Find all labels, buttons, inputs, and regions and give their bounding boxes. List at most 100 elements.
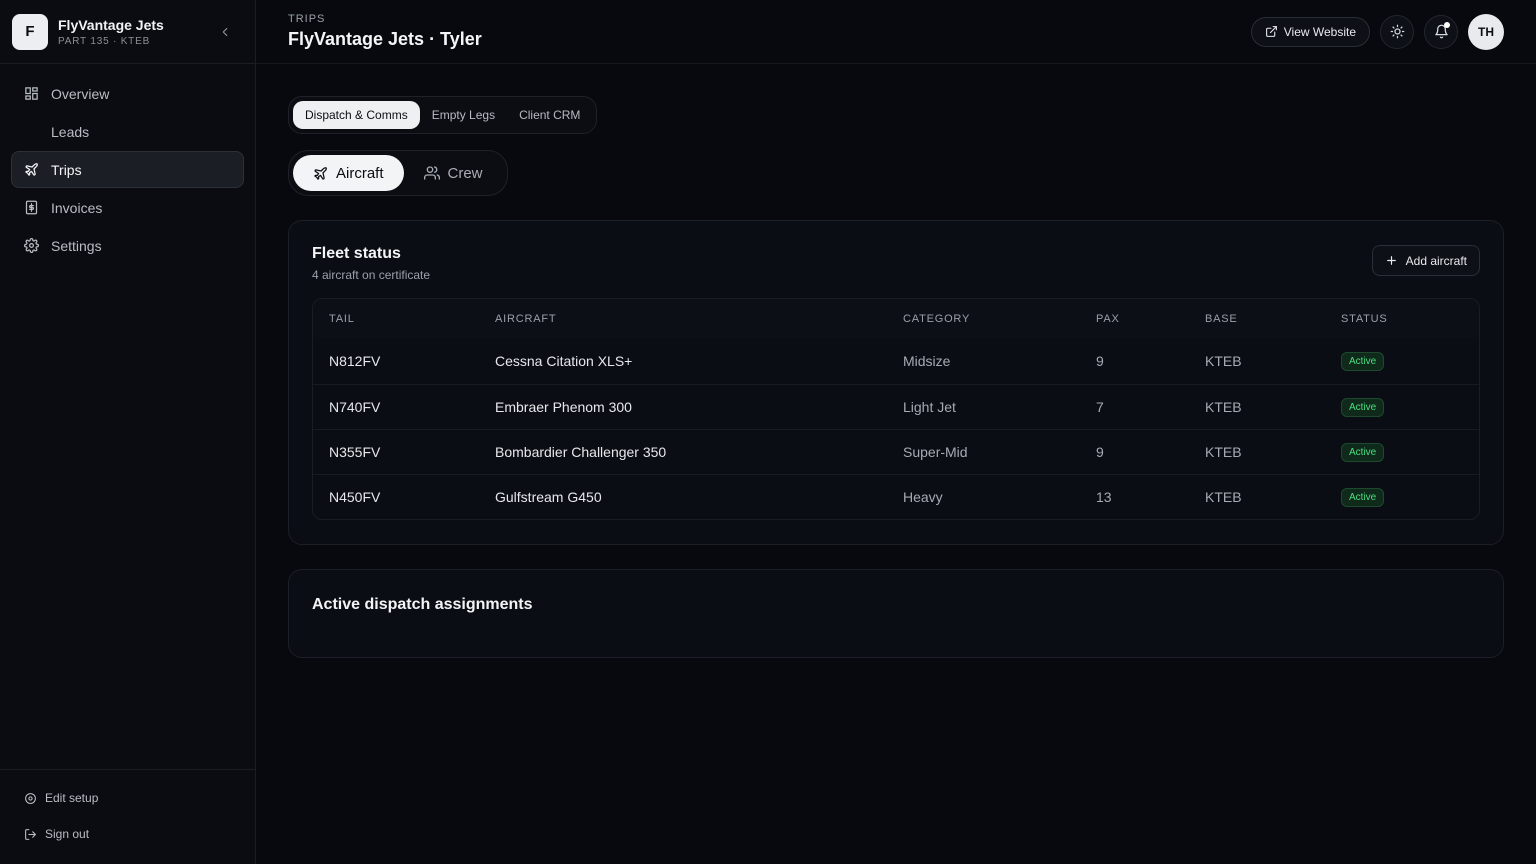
gear-icon [24,238,39,253]
table-row[interactable]: N450FV Gulfstream G450 Heavy 13 KTEB Act… [313,473,1479,519]
breadcrumb: TRIPS [288,13,326,25]
sun-icon [1390,24,1404,39]
sign-out-icon [25,828,36,840]
category-cell: Midsize [903,353,951,370]
sidebar-item-label: Invoices [51,199,103,216]
tail-cell: N812FV [329,353,381,370]
table-row[interactable]: N812FV Cessna Citation XLS+ Midsize 9 KT… [313,339,1479,384]
base-cell: KTEB [1189,383,1325,429]
tab-client-crm[interactable]: Client CRM [507,101,592,129]
tab-empty-legs[interactable]: Empty Legs [420,101,507,129]
edit-setup-button[interactable]: Edit setup [12,780,243,816]
grid-icon [25,87,38,100]
fleet-title: Fleet status [312,245,401,262]
sign-out-button[interactable]: Sign out [12,816,243,852]
sidebar-item-label: Settings [51,237,102,254]
category-cell: Super-Mid [887,428,1080,474]
sidebar-item-invoices[interactable]: Invoices [11,189,244,226]
status-cell: Active [1325,428,1479,474]
status-badge: Active [1341,487,1385,507]
page-title: FlyVantage Jets · Tyler [288,29,482,49]
aircraft-cell: Cessna Citation XLS+ [495,353,633,370]
aircraft-cell: Embraer Phenom 300 [479,383,887,429]
category-cell: Heavy [887,473,1080,519]
content: Dispatch & Comms Empty Legs Client CRM A… [256,64,1536,658]
theme-toggle-button[interactable] [1380,14,1414,49]
aircraft-toggle-label: Aircraft [336,164,384,182]
pax-cell: 7 [1080,383,1189,429]
tail-cell: N740FV [313,383,479,429]
app-root: F FlyVantage Jets PART 135 · KTEB Overvi… [0,0,1536,864]
aircraft-cell: Bombardier Challenger 350 [479,428,887,474]
pax-cell: 9 [1080,428,1189,474]
status-badge: Active [1341,442,1385,462]
column-header-pax: PAX [1080,299,1189,339]
sidebar-footer: Edit setup Sign out [0,769,255,864]
sidebar-item-trips[interactable]: Trips [11,151,244,188]
edit-setup-label: Edit setup [45,791,99,805]
sidebar: F FlyVantage Jets PART 135 · KTEB Overvi… [0,0,256,864]
plane-icon [314,166,327,180]
sidebar-item-overview[interactable]: Overview [11,75,244,112]
main-area: TRIPS FlyVantage Jets · Tyler View Websi… [256,0,1536,864]
add-aircraft-label: Add aircraft [1405,253,1467,268]
view-website-button[interactable]: View Website [1250,16,1370,47]
sign-out-label: Sign out [45,827,90,841]
add-aircraft-button[interactable]: Add aircraft [1371,245,1480,276]
aircraft-crew-switch: Aircraft Crew [288,150,508,196]
status-cell: Active [1325,339,1479,384]
column-header-tail: TAIL [313,299,479,339]
chevron-left-icon [222,27,228,36]
table-row[interactable]: N355FV Bombardier Challenger 350 Super-M… [313,428,1479,474]
sidebar-item-label: Overview [51,85,110,102]
plus-icon [1386,256,1396,265]
table-row[interactable]: N740FV Embraer Phenom 300 Light Jet 7 KT… [313,383,1479,429]
top-bar: TRIPS FlyVantage Jets · Tyler View Websi… [256,0,1536,64]
fleet-subtitle: 4 aircraft on certificate [312,268,431,282]
collapse-sidebar-button[interactable] [215,22,235,42]
crew-toggle-label: Crew [447,164,483,182]
aircraft-toggle[interactable]: Aircraft [293,155,404,191]
fleet-card-header: Fleet status 4 aircraft on certificate A… [312,245,1480,282]
aircraft-cell: Gulfstream G450 [479,473,887,519]
external-link-icon [1265,26,1277,37]
sidebar-item-label: Trips [51,161,82,178]
brand-text: FlyVantage Jets PART 135 · KTEB [58,17,215,47]
brand-name: FlyVantage Jets [58,16,164,33]
column-header-status: STATUS [1325,299,1479,339]
tab-dispatch-comms[interactable]: Dispatch & Comms [293,101,420,129]
sidebar-item-label: Leads [51,123,90,140]
status-cell: Active [1325,473,1479,519]
sidebar-item-leads[interactable]: Leads [11,113,244,150]
sidebar-nav: Overview Leads Trips Invoices Settings [0,64,255,769]
plane-icon [25,163,38,176]
sidebar-item-settings[interactable]: Settings [11,227,244,264]
view-website-label: View Website [1283,24,1356,39]
base-cell: KTEB [1205,353,1242,370]
column-header-category: CATEGORY [887,299,1080,339]
brand-logo: F [12,13,48,50]
avatar[interactable]: TH [1468,13,1504,50]
column-header-aircraft: AIRCRAFT [479,299,887,339]
title-block: TRIPS FlyVantage Jets · Tyler [288,13,482,50]
table-header-row: TAIL AIRCRAFT CATEGORY PAX BASE STATUS [313,299,1479,339]
dispatch-title: Active dispatch assignments [312,596,533,613]
notifications-button[interactable] [1424,14,1458,49]
brand-header: F FlyVantage Jets PART 135 · KTEB [0,0,255,64]
crew-toggle[interactable]: Crew [404,155,503,191]
fleet-status-card: Fleet status 4 aircraft on certificate A… [288,220,1504,545]
pax-cell: 9 [1096,353,1104,370]
tail-cell: N450FV [313,473,479,519]
fleet-title-block: Fleet status 4 aircraft on certificate [312,245,430,282]
top-actions: View Website TH [1250,13,1504,50]
receipt-icon [25,200,38,215]
base-cell: KTEB [1189,473,1325,519]
status-badge: Active [1341,352,1385,372]
users-icon [423,166,440,180]
notification-dot [1444,21,1450,28]
dispatch-assignments-card: Active dispatch assignments [288,569,1504,658]
status-badge: Active [1341,397,1385,417]
tail-cell: N355FV [313,428,479,474]
fleet-table: TAIL AIRCRAFT CATEGORY PAX BASE STATUS N… [312,298,1480,520]
column-header-base: BASE [1189,299,1325,339]
